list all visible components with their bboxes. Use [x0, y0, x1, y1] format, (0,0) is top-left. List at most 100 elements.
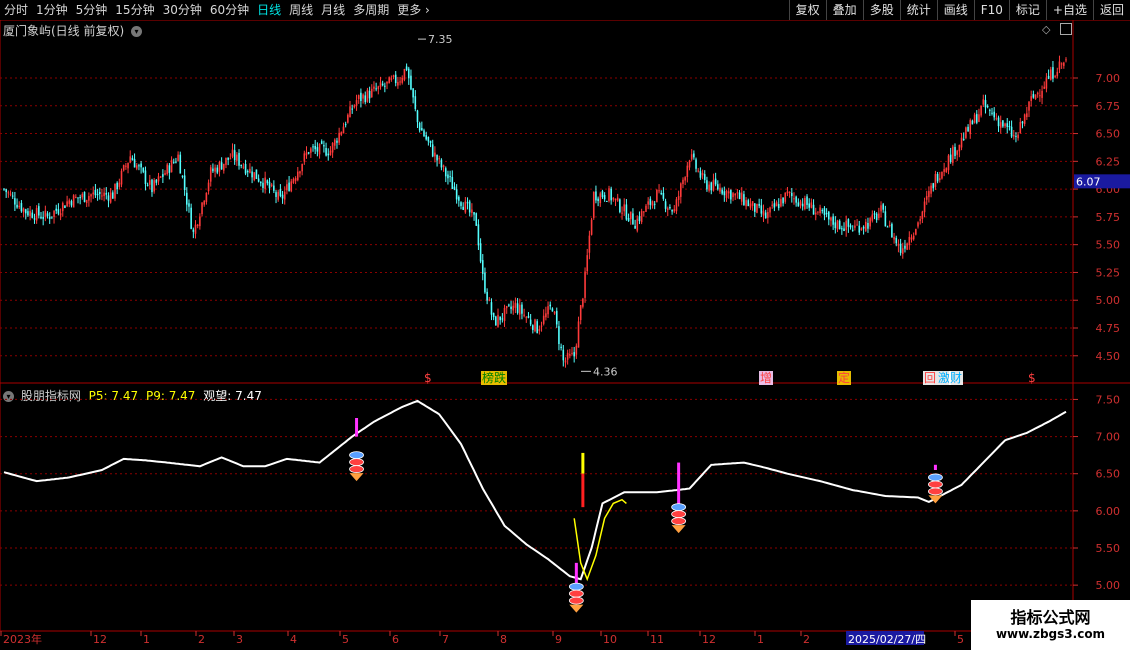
candle-body: [370, 88, 373, 98]
candle-body: [1049, 69, 1052, 80]
candle-body: [542, 315, 545, 324]
candle-body: [196, 224, 199, 227]
indicator-main-line: [3, 399, 1067, 581]
candle-body: [238, 152, 240, 166]
candle-body: [429, 140, 432, 144]
candle-body: [120, 170, 123, 185]
candle-body: [560, 346, 562, 349]
candle-body: [934, 173, 937, 187]
date-label: 1: [757, 633, 764, 646]
candle-body: [170, 159, 173, 173]
candle-body: [727, 191, 730, 194]
candle-body: [233, 150, 236, 161]
candle-body: [812, 204, 815, 215]
candle-body: [79, 196, 81, 199]
candle-body: [275, 192, 277, 197]
candle-body: [229, 158, 232, 160]
candle-body: [220, 162, 223, 170]
candle-body: [214, 167, 216, 172]
candle-body: [738, 192, 741, 200]
candle-body: [878, 213, 880, 218]
signal-bar: [933, 464, 937, 470]
candle-body: [1034, 94, 1037, 99]
candle-body: [20, 203, 23, 212]
candle-body: [162, 174, 164, 177]
candle-body: [138, 165, 140, 167]
candle-body: [1039, 95, 1041, 97]
event-marker: 榜跌: [482, 370, 506, 385]
candle-body: [882, 204, 884, 210]
candle-body: [825, 212, 828, 215]
price-label: 4.50: [1096, 350, 1121, 363]
candle-body: [734, 193, 737, 196]
candle-body: [579, 305, 582, 321]
candle-body: [407, 68, 410, 79]
candle-body: [29, 211, 31, 216]
candle-body: [1028, 101, 1030, 111]
date-label: 3: [236, 633, 243, 646]
candle-body: [403, 68, 406, 80]
candle-body: [690, 154, 693, 160]
candle-body: [838, 220, 841, 230]
candle-body: [416, 110, 419, 123]
candle-body: [699, 171, 702, 178]
candle-body: [967, 126, 969, 132]
candle-body: [545, 313, 547, 318]
price-label: 4.75: [1096, 322, 1121, 335]
candle-body: [721, 189, 723, 194]
candle-body: [786, 191, 789, 194]
candle-body: [109, 192, 112, 203]
candle-body: [405, 66, 408, 70]
candle-body: [888, 225, 891, 227]
candle-body: [962, 138, 965, 140]
signal-bar: [355, 418, 359, 437]
stock-chart[interactable]: 7.00 6.75 6.50 6.25 6.00 5.75 5.50 5.25 5.00 4.75…: [0, 0, 1130, 650]
event-marker: 回: [924, 371, 936, 385]
diamond-icon: [349, 451, 364, 460]
candle-body: [941, 171, 943, 179]
candle-body: [571, 352, 573, 354]
candle-body: [980, 105, 982, 116]
candle-body: [601, 191, 604, 198]
diamond-icon: [671, 510, 687, 519]
candle-body: [923, 201, 926, 213]
candle-body: [266, 180, 269, 184]
candle-body: [827, 211, 830, 220]
candle-body: [57, 209, 60, 214]
candle-body: [207, 182, 210, 192]
candle-body: [660, 193, 663, 195]
diamond-icon: [928, 487, 943, 496]
candle-body: [612, 197, 615, 200]
candle-body: [906, 243, 908, 250]
candle-body: [516, 303, 519, 313]
candle-body: [157, 176, 160, 182]
candle-body: [188, 203, 190, 207]
candle-body: [75, 196, 77, 198]
candle-body: [1047, 75, 1050, 79]
candle-body: [255, 169, 258, 179]
date-label: 10: [603, 633, 617, 646]
candle-body: [703, 174, 706, 180]
candle-body: [292, 179, 295, 183]
candle-body: [85, 199, 88, 204]
candle-body: [418, 122, 421, 131]
candle-body: [634, 225, 636, 229]
candle-body: [673, 209, 676, 212]
candle-body: [368, 90, 371, 99]
candle-body: [943, 169, 945, 172]
candle-body: [821, 210, 824, 212]
candle-body: [499, 316, 501, 321]
candle-body: [790, 192, 793, 197]
candle-body: [421, 128, 423, 131]
candle-body: [510, 306, 512, 309]
candle-body: [971, 120, 974, 125]
candle-body: [901, 248, 904, 255]
candle-body: [501, 318, 504, 320]
candle-body: [784, 192, 787, 202]
candle-body: [490, 302, 493, 315]
candle-body: [209, 167, 212, 182]
candle-body: [486, 291, 488, 301]
candle-body: [48, 216, 51, 220]
signal-bar: [581, 452, 585, 474]
candle-body: [240, 165, 243, 167]
